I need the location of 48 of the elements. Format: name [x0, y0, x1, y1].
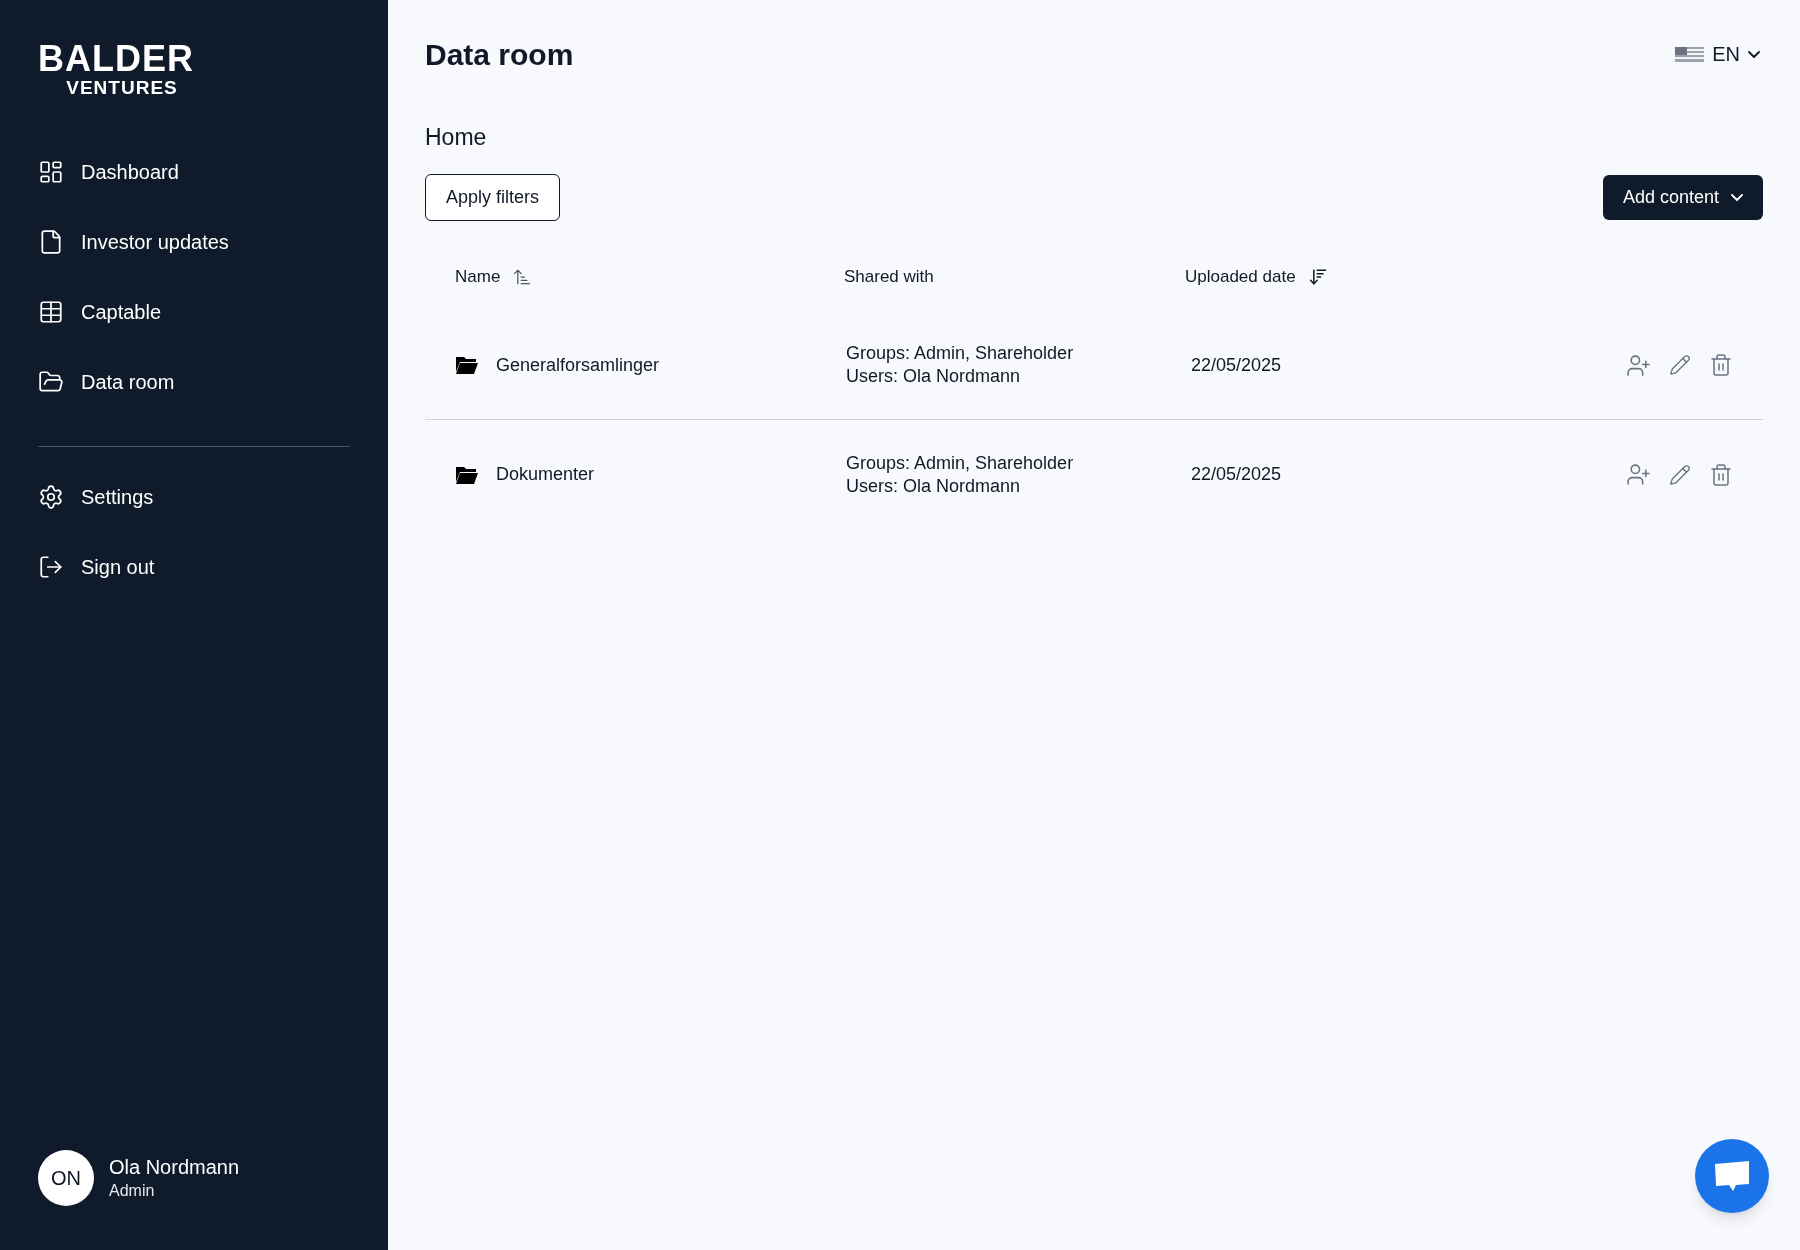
flag-icon — [1675, 46, 1705, 62]
delete-icon[interactable] — [1709, 462, 1733, 487]
add-content-button[interactable]: Add content — [1602, 175, 1763, 220]
sidebar-item[interactable]: Captable — [38, 290, 350, 334]
sign-out-icon — [38, 554, 64, 580]
chevron-down-icon — [1731, 194, 1743, 201]
sort-ascending-icon[interactable] — [512, 267, 533, 287]
user-role: Admin — [109, 1181, 156, 1201]
apply-filters-button[interactable]: Apply filters — [425, 174, 561, 221]
shared-groups: Groups: Admin, Shareholder — [846, 342, 1187, 365]
dashboard-icon — [38, 159, 64, 185]
uploaded-date: 22/05/2025 — [1190, 463, 1283, 486]
user-name: Ola Nordmann — [109, 1155, 240, 1180]
sidebar-item[interactable]: Investor updates — [38, 220, 350, 264]
shared-users: Users: Ola Nordmann — [846, 365, 1022, 388]
chat-bubble-icon — [1714, 1160, 1750, 1192]
edit-icon[interactable] — [1669, 354, 1691, 376]
add-user-icon[interactable] — [1626, 462, 1651, 487]
folder-icon — [455, 464, 479, 485]
sidebar-item[interactable]: Sign out — [38, 545, 350, 589]
avatar: ON — [38, 1150, 94, 1206]
settings-icon — [38, 484, 64, 510]
folder-name[interactable]: Generalforsamlinger — [496, 351, 660, 379]
uploaded-date: 22/05/2025 — [1190, 353, 1283, 377]
chat-button[interactable] — [1695, 1139, 1769, 1213]
column-header: Shared with — [844, 266, 934, 289]
delete-icon[interactable] — [1709, 353, 1733, 377]
logo-text: BALDER — [38, 40, 194, 78]
breadcrumb[interactable]: Home — [425, 122, 1763, 152]
sidebar-item[interactable]: Data room — [38, 360, 350, 404]
table-icon — [38, 299, 64, 325]
column-header: Name — [455, 266, 501, 289]
folder-icon — [455, 355, 479, 375]
document-icon — [38, 229, 64, 255]
shared-groups: Groups: Admin, Shareholder — [846, 451, 1187, 475]
sidebar-item[interactable]: Settings — [38, 475, 350, 519]
folder-icon — [38, 369, 64, 395]
shared-users: Users: Ola Nordmann — [846, 474, 1022, 498]
page-title: Data room — [425, 36, 574, 73]
language-selector[interactable]: EN — [1675, 39, 1760, 69]
add-user-icon[interactable] — [1626, 352, 1651, 378]
edit-icon[interactable] — [1669, 463, 1691, 486]
chevron-down-icon — [1748, 50, 1760, 58]
column-header: Uploaded date — [1185, 266, 1296, 289]
sidebar-item[interactable]: Dashboard — [38, 150, 350, 194]
sort-descending-icon[interactable] — [1307, 267, 1328, 287]
logo-subtext: VENTURES — [66, 78, 178, 98]
folder-name[interactable]: Dokumenter — [496, 461, 595, 488]
